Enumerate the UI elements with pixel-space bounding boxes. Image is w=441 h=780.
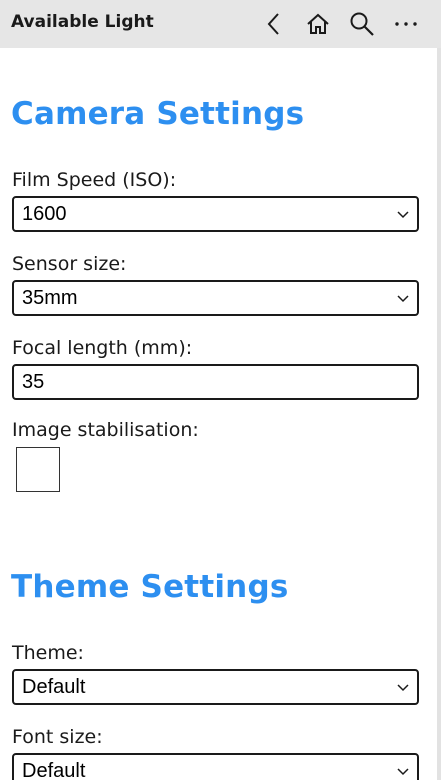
film-speed-label: Film Speed (ISO):	[12, 169, 177, 191]
font-size-label: Font size:	[12, 726, 103, 748]
chevron-down-icon	[397, 295, 409, 303]
more-icon	[395, 22, 417, 26]
chevron-down-icon	[397, 211, 409, 219]
sensor-size-select[interactable]: 35mm	[12, 280, 419, 316]
home-icon	[307, 13, 329, 34]
focal-length-label: Focal length (mm):	[12, 337, 193, 359]
film-speed-value: 1600	[22, 203, 67, 225]
camera-settings-heading: Camera Settings	[11, 96, 305, 132]
film-speed-select[interactable]: 1600	[12, 196, 419, 232]
back-icon	[267, 13, 279, 35]
theme-value: Default	[22, 676, 86, 698]
chevron-down-icon	[397, 684, 409, 692]
focal-length-input[interactable]: 35	[12, 364, 419, 400]
home-button[interactable]	[300, 6, 336, 42]
back-button[interactable]	[256, 6, 292, 42]
image-stabilisation-checkbox[interactable]	[16, 447, 60, 492]
theme-select[interactable]: Default	[12, 669, 419, 705]
sensor-size-value: 35mm	[22, 287, 78, 309]
chevron-down-icon	[397, 768, 409, 776]
image-stabilisation-label: Image stabilisation:	[12, 419, 199, 441]
settings-content[interactable]: Camera Settings Film Speed (ISO): 1600 S…	[0, 48, 437, 780]
search-button[interactable]	[344, 6, 380, 42]
font-size-value: Default	[22, 760, 86, 780]
vertical-scrollbar[interactable]	[437, 48, 441, 780]
theme-settings-heading: Theme Settings	[11, 569, 289, 605]
app-window: Available Light Camera Settings Film Spe…	[0, 0, 441, 780]
sensor-size-label: Sensor size:	[12, 253, 127, 275]
focal-length-value: 35	[22, 371, 45, 393]
title-bar: Available Light	[0, 0, 441, 48]
theme-label: Theme:	[12, 642, 84, 664]
font-size-select[interactable]: Default	[12, 753, 419, 780]
more-button[interactable]	[388, 6, 424, 42]
app-title: Available Light	[11, 12, 154, 32]
search-icon	[350, 12, 374, 36]
